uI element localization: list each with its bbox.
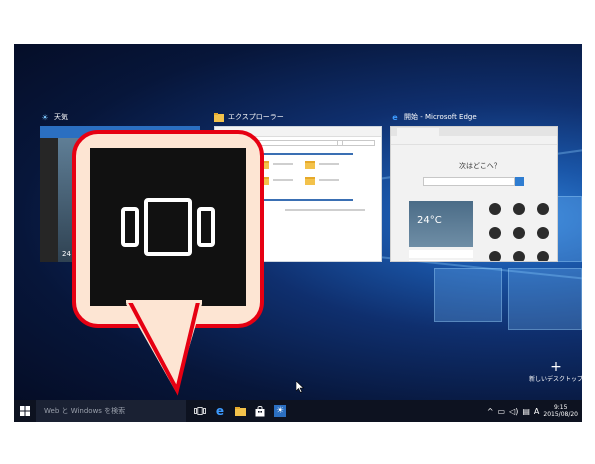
edge-weather-temp: 24°C (417, 215, 442, 226)
taskbar-explorer-button[interactable] (230, 400, 250, 422)
windows-logo-icon (20, 406, 30, 416)
edge-icon: e (215, 404, 225, 418)
task-view-button[interactable] (190, 400, 210, 422)
window-thumbnail-edge[interactable]: e 開始 - Microsoft Edge 次はどこへ？ 24°C (390, 110, 558, 262)
logo-pane (508, 268, 582, 330)
folder-icon (214, 112, 224, 122)
edge-greeting: 次はどこへ？ (459, 162, 501, 170)
taskbar-edge-button[interactable]: e (210, 400, 230, 422)
weather-sun-icon: ☀ (274, 405, 286, 417)
search-placeholder: Web と Windows を検索 (44, 407, 126, 415)
callout-panel (90, 148, 246, 306)
taskbar-weather-button[interactable]: ☀ (270, 400, 290, 422)
task-view-icon (121, 198, 215, 256)
callout-bubble (72, 130, 264, 328)
callout-pointer (126, 300, 202, 396)
thumbnail-title: 開始 - Microsoft Edge (404, 113, 477, 121)
taskbar-store-button[interactable] (250, 400, 270, 422)
taskbar: Web と Windows を検索 e ☀ ^ ▭ ◁) ▤ A 9:15 20… (14, 400, 582, 422)
chevron-up-icon[interactable]: ^ (487, 407, 494, 416)
thumbnail-title: エクスプローラー (228, 113, 284, 121)
clock-date: 2015/08/20 (543, 411, 578, 418)
edge-icon: e (392, 112, 398, 122)
weather-temp: 24 (62, 250, 71, 258)
folder-icon (234, 406, 246, 416)
clock-time: 9:15 (553, 404, 568, 411)
clock[interactable]: 9:15 2015/08/20 (543, 404, 578, 418)
network-icon[interactable]: ▭ (498, 407, 506, 416)
task-view-icon (194, 407, 206, 415)
mouse-cursor-icon (296, 381, 304, 393)
new-desktop-button[interactable]: + 新しいデスクトップ (529, 359, 582, 383)
new-desktop-label: 新しいデスクトップ (529, 376, 582, 383)
weather-sun-icon: ☀ (41, 112, 49, 122)
volume-icon[interactable]: ◁) (509, 407, 518, 416)
thumbnail-title: 天気 (54, 113, 68, 121)
start-button[interactable] (14, 400, 36, 422)
store-bag-icon (255, 405, 265, 416)
logo-pane (434, 268, 502, 322)
taskbar-search-box[interactable]: Web と Windows を検索 (36, 400, 186, 422)
ime-indicator[interactable]: A (534, 407, 539, 416)
system-tray: ^ ▭ ◁) ▤ A 9:15 2015/08/20 (487, 400, 578, 422)
notification-icon[interactable]: ▤ (522, 407, 530, 416)
edge-preview: 次はどこへ？ 24°C (390, 126, 558, 262)
plus-icon: + (550, 359, 562, 375)
